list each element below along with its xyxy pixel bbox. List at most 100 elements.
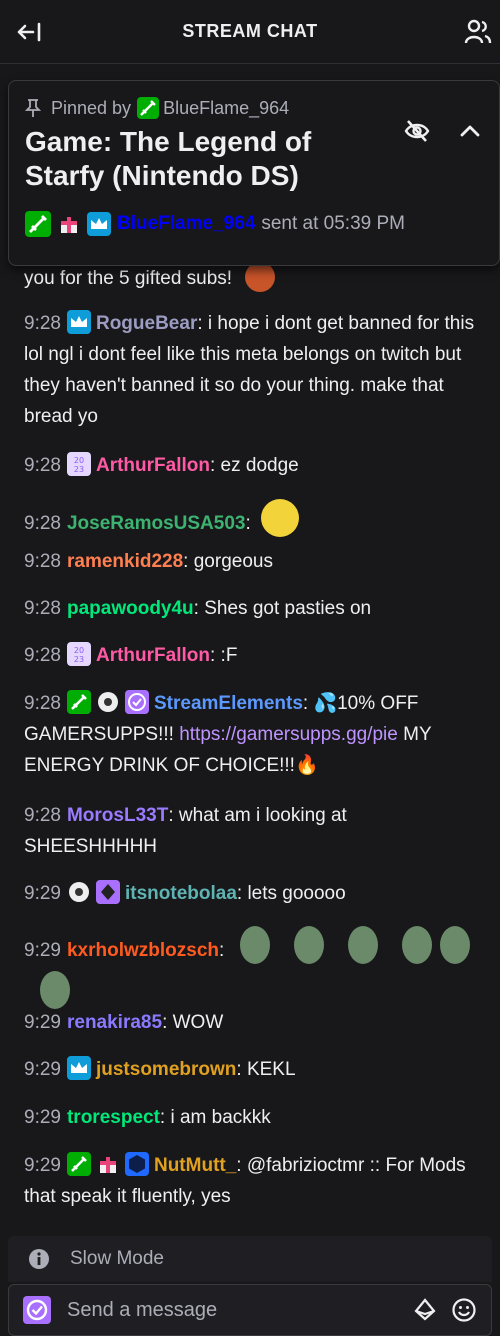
timestamp: 9:28 [24, 645, 61, 666]
message-text: : gorgeous [183, 551, 273, 572]
username[interactable]: ArthurFallon [96, 645, 210, 666]
collapse-chat-button[interactable] [14, 16, 46, 48]
sword-icon [71, 1156, 87, 1172]
chat-message: 9:29 NutMutt_: @fabrizioctmr :: For Mods … [24, 1150, 480, 1212]
message-text: : :F [209, 645, 238, 666]
emote-image [348, 926, 379, 964]
message-text: : ez dodge [209, 455, 299, 476]
chat-message: 9:28 ramenkid228: gorgeous [24, 546, 480, 577]
chat-input[interactable]: Send a message [8, 1284, 492, 1336]
emote-image [440, 926, 471, 964]
bits-button[interactable] [413, 1298, 437, 1322]
emote-icon [452, 1298, 476, 1322]
unpin-hide-icon[interactable] [403, 119, 431, 143]
chat-message-list[interactable]: you for the 5 gifted subs! 9:28 RogueBear… [0, 256, 500, 1226]
emote-image [245, 262, 276, 292]
username[interactable]: justsomebrown [96, 1059, 236, 1080]
username[interactable]: StreamElements [154, 693, 303, 714]
community-button[interactable] [462, 16, 494, 48]
arrow-collapse-icon [17, 22, 41, 42]
timestamp: 9:28 [24, 551, 61, 572]
pinned-sender[interactable]: BlueFlame_964 [117, 213, 255, 235]
emote-picker-button[interactable] [451, 1297, 477, 1323]
chat-message: 9:28 MorosL33T: what am i looking at SHEE… [24, 800, 480, 862]
username[interactable]: trorespect [67, 1107, 160, 1128]
chat-message: you for the 5 gifted subs! [24, 262, 480, 294]
emote-image [40, 971, 70, 1009]
chat-message: 9:29 justsomebrown: KEKL [24, 1054, 480, 1085]
pinned-actions [403, 119, 481, 143]
pinned-meta: BlueFlame_964 sent at 05:39 PM [25, 211, 483, 237]
username[interactable]: NutMutt_ [154, 1155, 236, 1176]
pinned-by-user[interactable]: BlueFlame_964 [163, 98, 289, 119]
pinned-title: Game: The Legend of Starfy (Nintendo DS) [25, 126, 312, 191]
message-text: you for the 5 gifted subs! [24, 268, 233, 289]
message-text: : WOW [162, 1012, 224, 1033]
chat-title: STREAM CHAT [182, 21, 318, 41]
svg-text:20: 20 [74, 456, 84, 465]
chat-message: 9:29 kxrholwzblozsch: [24, 926, 480, 1016]
chevron-up-icon[interactable] [459, 119, 481, 143]
moderator-badge [25, 211, 51, 237]
sub-badge-icon[interactable] [23, 1296, 51, 1324]
crown-icon [91, 218, 107, 229]
svg-text:23: 23 [74, 655, 84, 664]
emote-image [240, 926, 271, 964]
username[interactable]: RogueBear [96, 313, 197, 334]
moderator-badge [66, 1152, 91, 1176]
pinned-sent-time: sent at 05:39 PM [261, 213, 406, 234]
subscriber-badge: 20 23 [66, 642, 91, 666]
sword-icon [71, 694, 87, 710]
moderator-badge [137, 97, 160, 119]
crown-icon [70, 1062, 87, 1073]
gift-icon [99, 1157, 116, 1173]
soccer-badge [67, 880, 91, 904]
username[interactable]: renakira85 [67, 1012, 162, 1033]
message-text: : i am backkk [159, 1107, 271, 1128]
chat-message: 9:29 renakira85: WOW [24, 1007, 480, 1038]
timestamp: 9:29 [24, 1012, 61, 1033]
pinned-by-label: Pinned by [51, 97, 132, 118]
chat-message: 9:28 20 23 ArthurFallon: ez dodge [24, 450, 480, 481]
pinned-by-row: Pinned by BlueFlame_964 [25, 95, 483, 121]
chat-message: 9:29 itsnotebolaa: lets gooooo [24, 878, 480, 909]
sword-icon [29, 215, 47, 233]
verified-badge [124, 690, 149, 714]
emote-image [402, 926, 433, 964]
chat-message: 9:28 papawoody4u: Shes got pasties on [24, 593, 480, 624]
username[interactable]: kxrholwzblozsch [67, 940, 219, 961]
moderator-badge [66, 690, 91, 714]
username[interactable]: ramenkid228 [67, 551, 183, 572]
timestamp: 9:29 [24, 1107, 61, 1128]
prime-badge [87, 212, 111, 236]
timestamp: 9:29 [24, 1155, 61, 1176]
message-link[interactable]: https://gamersupps.gg/pie [179, 724, 398, 745]
hexagon-badge [124, 1152, 149, 1176]
message-input[interactable]: Send a message [67, 1299, 413, 1322]
username[interactable]: ArthurFallon [96, 455, 210, 476]
soccer-badge [96, 690, 120, 714]
emote-image [260, 499, 299, 537]
message-text: : i hope i dont get banned for this lol … [24, 313, 475, 427]
username[interactable]: itsnotebolaa [125, 883, 237, 904]
subscriber-badge [95, 880, 120, 904]
timestamp: 9:28 [24, 693, 61, 714]
crown-icon [70, 316, 87, 327]
chat-message: 9:29 trorespect: i am backkk [24, 1102, 480, 1133]
sword-icon [140, 100, 156, 116]
verified-icon [127, 693, 146, 711]
message-text: : [219, 940, 225, 961]
username[interactable]: papawoody4u [67, 598, 194, 619]
username[interactable]: JoseRamosUSA503 [67, 513, 245, 534]
hexagon-icon [128, 1155, 145, 1173]
calendar-badge-icon: 2023 [68, 644, 89, 664]
pinned-message[interactable]: Pinned by BlueFlame_964 Game: The Legend… [8, 80, 500, 266]
calendar-badge-icon: 2023 [68, 454, 89, 474]
timestamp: 9:28 [24, 455, 61, 476]
message-text: : lets gooooo [236, 883, 346, 904]
username[interactable]: MorosL33T [67, 805, 168, 826]
chat-header: STREAM CHAT [0, 0, 500, 64]
soccer-ball-icon [68, 882, 89, 902]
community-icon [464, 19, 492, 44]
chat-message: 9:28 RogueBear: i hope i dont get banned … [24, 308, 480, 432]
